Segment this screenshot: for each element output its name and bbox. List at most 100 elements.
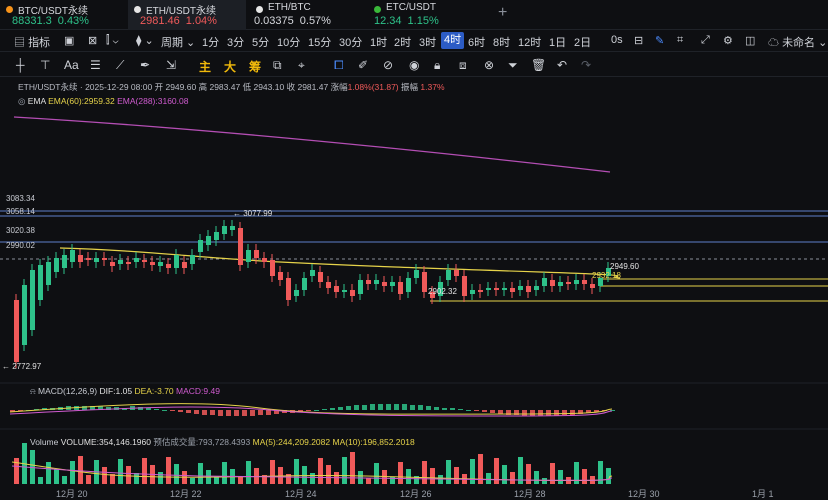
macd-bar <box>530 410 535 416</box>
volume-bar <box>430 468 435 484</box>
candle-body <box>270 260 275 276</box>
macd-bar <box>258 410 263 415</box>
macd-bar <box>170 410 175 411</box>
candle-body <box>102 258 107 260</box>
candle-body <box>518 286 523 290</box>
candle-body <box>62 255 67 268</box>
candle-body <box>374 280 379 284</box>
macd-bar <box>450 408 455 410</box>
macd-bar <box>410 405 415 410</box>
volume-bar <box>102 467 107 484</box>
volume-bar <box>446 460 451 484</box>
candle-body <box>486 288 491 290</box>
volume-legend: Volume VOLUME:354,146.1960 预估成交量:793,728… <box>30 437 415 447</box>
candle-body <box>70 250 75 262</box>
macd-bar <box>242 410 247 416</box>
candle-body <box>302 278 307 290</box>
volume-bar <box>54 469 59 484</box>
candle-body <box>222 226 227 234</box>
volume-bar <box>78 456 83 484</box>
macd-legend: ⍾ MACD(12,26,9) DIF:1.05 DEA:-3.70 MACD:… <box>30 386 220 396</box>
macd-bar <box>554 410 559 416</box>
candle-body <box>390 282 395 286</box>
candle-body <box>22 285 27 345</box>
x-tick: 12月 20 <box>56 489 88 499</box>
x-tick: 12月 24 <box>285 489 317 499</box>
volume-bar <box>310 473 315 484</box>
candle-body <box>246 250 251 262</box>
candle-body <box>214 232 219 240</box>
candle-body <box>350 290 355 296</box>
volume-bar <box>558 470 563 484</box>
x-tick: 12月 22 <box>170 489 202 499</box>
candle-body <box>558 282 563 286</box>
macd-bar <box>538 410 543 416</box>
candle-body <box>158 262 163 266</box>
volume-bar <box>158 472 163 484</box>
macd-bar <box>466 410 471 411</box>
volume-bar <box>470 459 475 484</box>
candle-body <box>78 255 83 262</box>
candle-body <box>590 284 595 288</box>
candle-body <box>86 258 91 260</box>
volume-bar <box>318 458 323 484</box>
price-chart[interactable]: 3083.34 3058.14 3020.38 2990.02 ← 3077.9… <box>0 0 828 500</box>
macd-bar <box>330 408 335 410</box>
volume-bar <box>542 478 547 484</box>
macd-bar <box>322 409 327 410</box>
volume-bar <box>350 452 355 484</box>
macd-bar <box>442 408 447 410</box>
candle-body <box>446 270 451 280</box>
volume-bar <box>62 476 67 484</box>
candle-body <box>278 272 283 280</box>
macd-bar <box>546 410 551 416</box>
candle-body <box>454 270 459 276</box>
candle-body <box>334 286 339 292</box>
volume-bar <box>166 457 171 484</box>
macd-bar <box>306 410 311 411</box>
bell-icon[interactable]: ⍾ <box>30 386 36 396</box>
candle-body <box>294 290 299 296</box>
macd-bar <box>402 404 407 410</box>
candle-body <box>38 265 43 300</box>
candle-body <box>14 300 19 362</box>
volume-bar <box>422 461 427 484</box>
candle-body <box>206 236 211 245</box>
candle-body <box>542 278 547 286</box>
candle-body <box>566 282 571 284</box>
volume-bar <box>366 478 371 484</box>
candle-body <box>422 272 427 292</box>
macd-bar <box>202 410 207 415</box>
candle-body <box>310 270 315 276</box>
macd-bar <box>498 410 503 414</box>
macd-bar <box>394 404 399 410</box>
macd-bar <box>314 410 319 411</box>
macd-bar <box>426 406 431 410</box>
macd-bar <box>338 407 343 410</box>
macd-bar <box>210 410 215 415</box>
volume-bar <box>342 457 347 484</box>
volume-bar <box>398 462 403 484</box>
candle-body <box>198 240 203 252</box>
candle-body <box>406 278 411 292</box>
volume-bar <box>502 465 507 484</box>
volume-bar <box>270 460 275 484</box>
candle-body <box>166 264 171 268</box>
candle-body <box>150 262 155 265</box>
macd-bar <box>146 408 151 410</box>
candle-body <box>262 258 267 262</box>
macd-bar <box>458 409 463 410</box>
candle-body <box>574 280 579 284</box>
macd-bar <box>434 407 439 410</box>
macd-bar <box>522 410 527 416</box>
x-tick: 12月 26 <box>400 489 432 499</box>
candle-body <box>494 288 499 290</box>
macd-bar <box>154 409 159 410</box>
macd-bar <box>178 410 183 412</box>
candle-body <box>118 260 123 264</box>
candle-body <box>46 262 51 285</box>
x-tick: 12月 30 <box>628 489 660 499</box>
volume-bar <box>70 461 75 484</box>
macd-bar <box>346 406 351 410</box>
candle-body <box>126 262 131 264</box>
